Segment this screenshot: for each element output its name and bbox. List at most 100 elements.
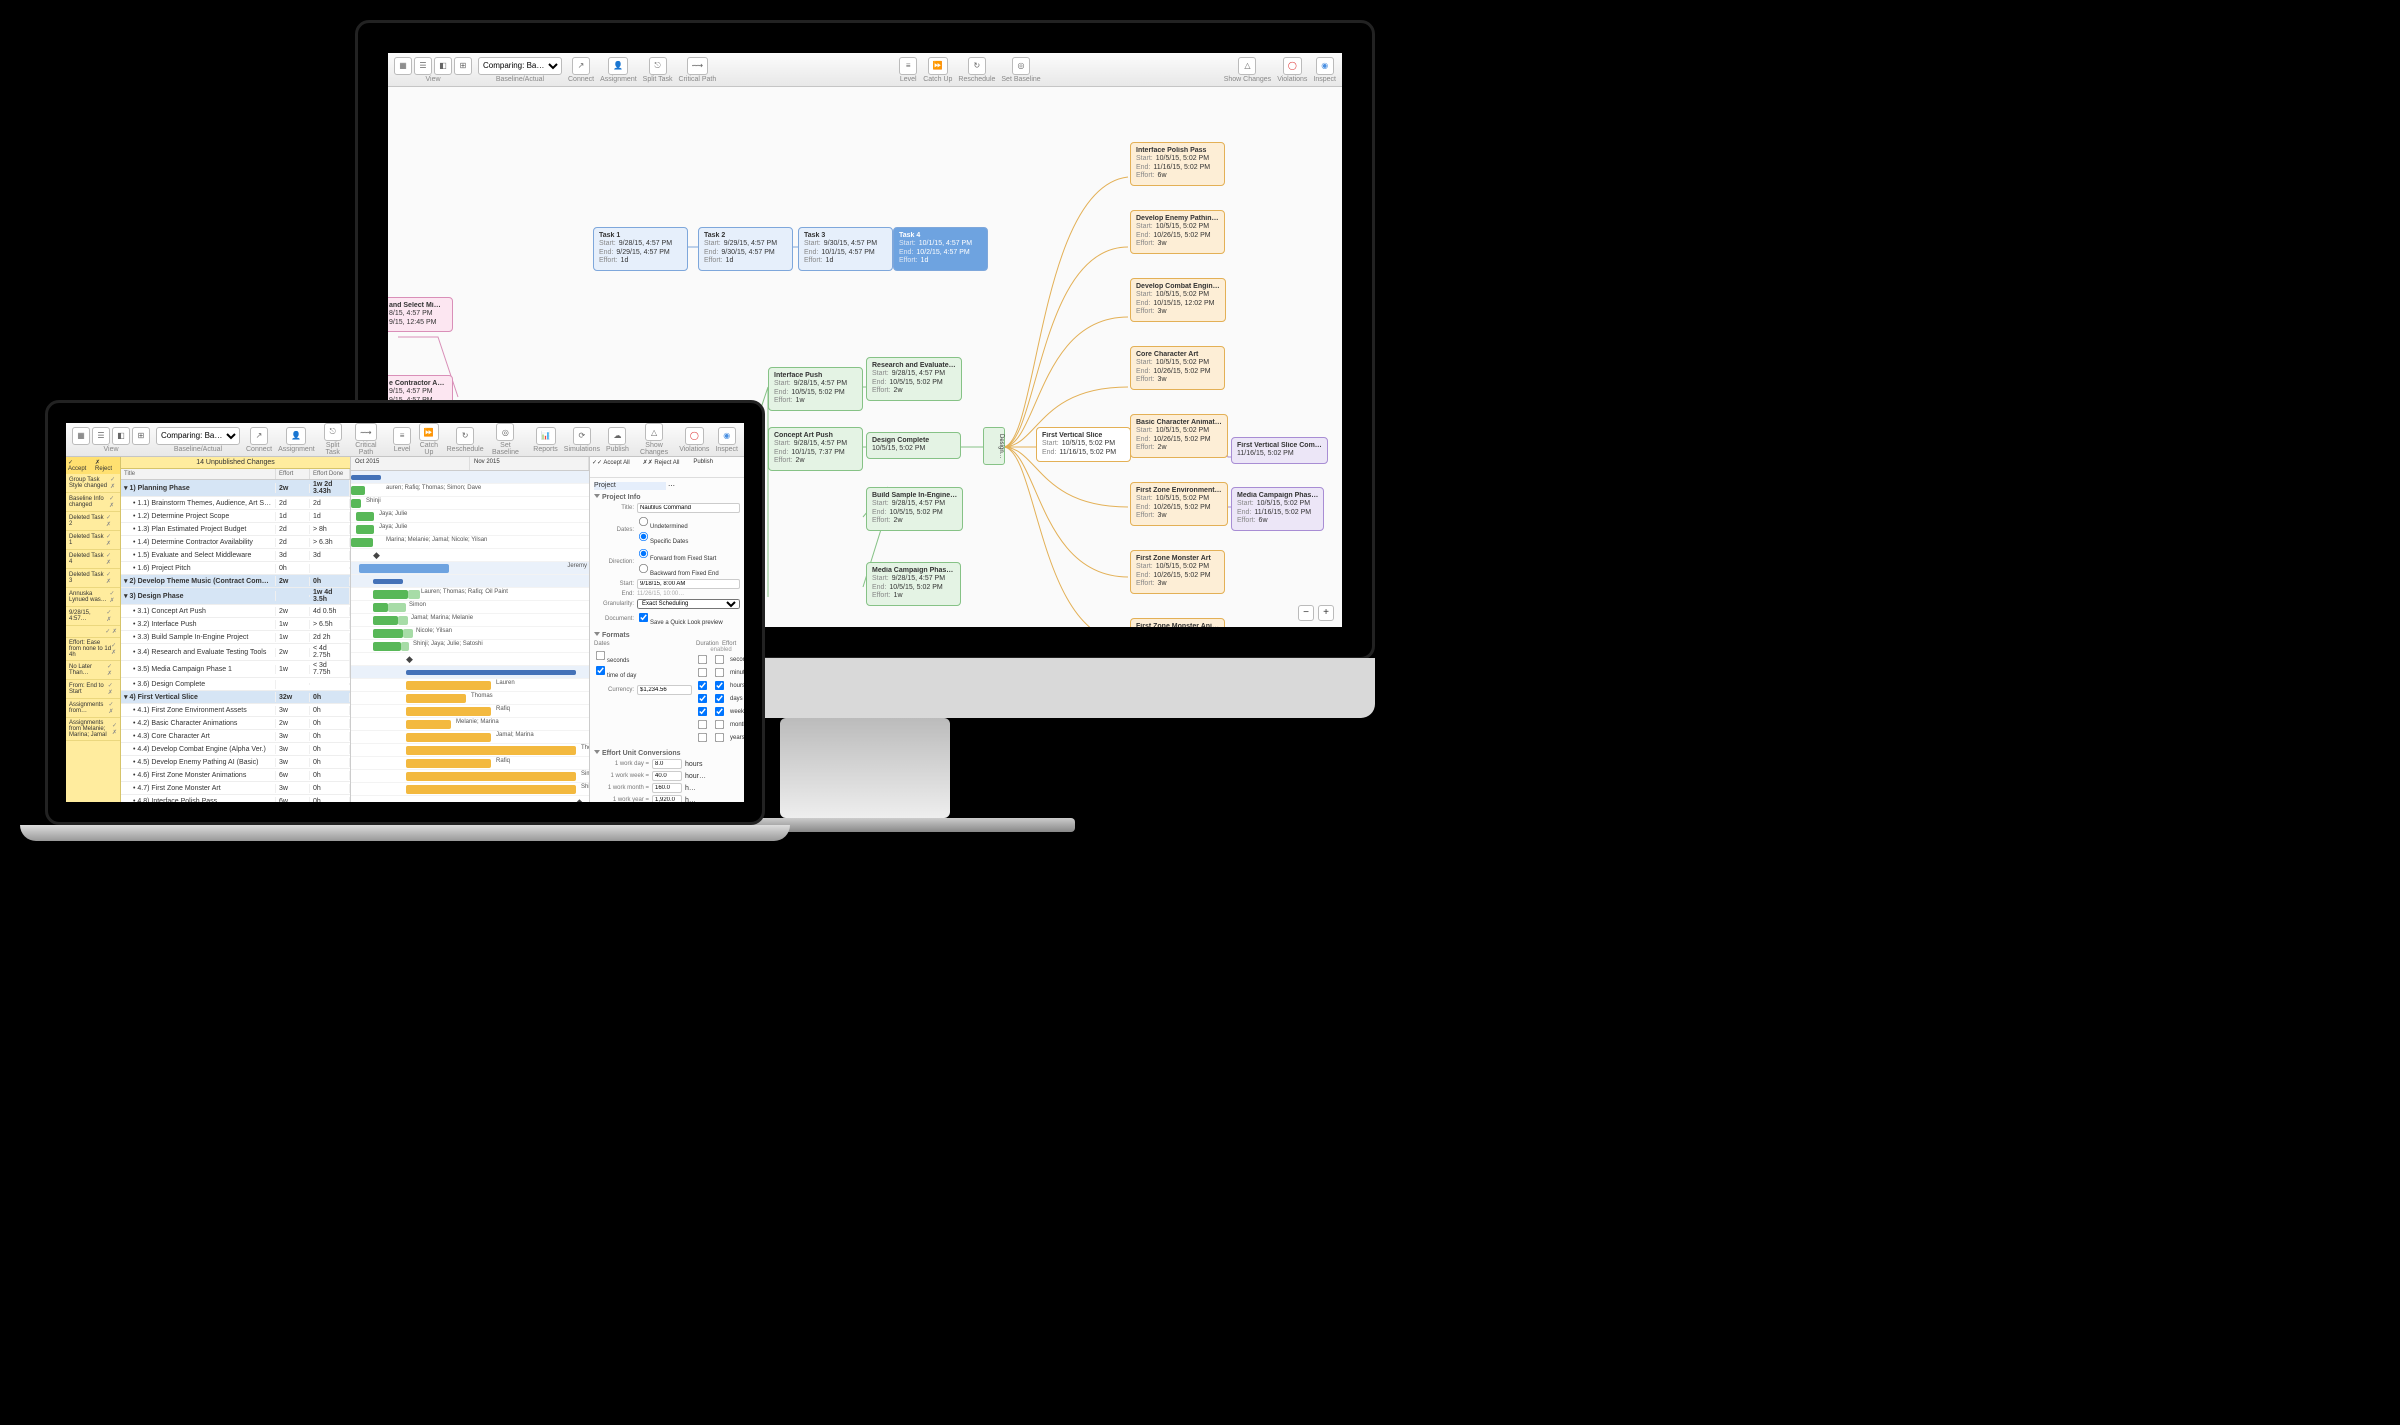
assignment-btn[interactable]: 👤 bbox=[286, 427, 306, 445]
network-node[interactable]: and Select Mi… 8/15, 4:57 PM 9/15, 12:45… bbox=[388, 297, 453, 332]
duration-months-checkbox[interactable] bbox=[698, 720, 707, 729]
date-timeofday-checkbox[interactable]: time of day bbox=[594, 673, 636, 679]
level-btn[interactable]: ≡ bbox=[393, 427, 411, 445]
effort-hours-checkbox[interactable] bbox=[715, 681, 724, 690]
disclosure-icon[interactable] bbox=[594, 632, 600, 639]
effort-days-checkbox[interactable] bbox=[715, 694, 724, 703]
workday-input[interactable] bbox=[652, 759, 682, 769]
duration-minutes-checkbox[interactable] bbox=[698, 668, 707, 677]
outline-row[interactable]: • 4.4) Develop Combat Engine (Alpha Ver.… bbox=[121, 743, 350, 756]
gantt-row[interactable]: Shinji bbox=[351, 497, 589, 510]
reschedule-btn[interactable]: ↻ bbox=[456, 427, 474, 445]
network-node[interactable]: Build Sample In-Engine… Start:9/28/15, 4… bbox=[866, 487, 963, 531]
gantt-row[interactable]: Jamal; Marina bbox=[351, 731, 589, 744]
zoom-out-btn[interactable]: − bbox=[1298, 605, 1314, 621]
change-item[interactable]: Effort: Ease from none to 1d 4h✓ ✗ bbox=[66, 638, 120, 661]
effort-months-checkbox[interactable] bbox=[715, 720, 724, 729]
network-node[interactable]: Design Complete 10/5/15, 5:02 PM bbox=[866, 432, 961, 459]
outline-row[interactable]: • 4.6) First Zone Monster Animations6w0h bbox=[121, 769, 350, 782]
gantt-row[interactable]: Marina; Melanie; Jamal; Nicole; Yilsan bbox=[351, 536, 589, 549]
gantt-row[interactable]: ◆ bbox=[351, 796, 589, 802]
change-item[interactable]: Assignments from…✓ ✗ bbox=[66, 699, 120, 718]
quicklook-checkbox[interactable]: Save a Quick Look preview bbox=[637, 620, 723, 626]
direction-backward-radio[interactable]: Backward from Fixed End bbox=[637, 571, 719, 577]
change-item[interactable]: Baseline Info changed✓ ✗ bbox=[66, 493, 120, 512]
gantt-row[interactable]: ◆ bbox=[351, 653, 589, 666]
network-node[interactable]: Develop Enemy Pathin… Start:10/5/15, 5:0… bbox=[1130, 210, 1225, 254]
violations-btn[interactable]: ◯ bbox=[1283, 57, 1302, 75]
network-node[interactable]: Develop Combat Engin… Start:10/5/15, 5:0… bbox=[1130, 278, 1226, 322]
network-node[interactable]: Research and Evaluate… Start:9/28/15, 4:… bbox=[866, 357, 962, 401]
inspect-btn[interactable]: ◉ bbox=[1316, 57, 1334, 75]
split-task-btn[interactable]: ⎋ bbox=[649, 57, 667, 75]
duration-hours-checkbox[interactable] bbox=[698, 681, 707, 690]
outline-row[interactable]: ▾ 4) First Vertical Slice32w0h bbox=[121, 691, 350, 704]
reschedule-btn[interactable]: ↻ bbox=[968, 57, 986, 75]
outline-row[interactable]: • 3.4) Research and Evaluate Testing Too… bbox=[121, 644, 350, 661]
gantt-row[interactable]: Lauren; Thomas; Rafiq; Oil Paint bbox=[351, 588, 589, 601]
workyear-input[interactable] bbox=[652, 795, 682, 802]
disclosure-icon[interactable] bbox=[594, 494, 600, 501]
inspect-btn[interactable]: ◉ bbox=[718, 427, 736, 445]
gantt-row[interactable] bbox=[351, 575, 589, 588]
outline-row[interactable]: • 4.7) First Zone Monster Art3w0h bbox=[121, 782, 350, 795]
outline-row[interactable]: • 4.1) First Zone Environment Assets3w0h bbox=[121, 704, 350, 717]
project-title-input[interactable] bbox=[637, 503, 740, 513]
level-btn[interactable]: ≡ bbox=[899, 57, 917, 75]
network-node[interactable]: Media Campaign Phas… Start:10/5/15, 5:02… bbox=[1231, 487, 1324, 531]
change-item[interactable]: Deleted Task 3✓ ✗ bbox=[66, 569, 120, 588]
view-mode-btn[interactable]: ☰ bbox=[414, 57, 432, 75]
baseline-select[interactable]: Comparing: Ba… bbox=[478, 57, 562, 75]
zoom-in-btn[interactable]: + bbox=[1318, 605, 1334, 621]
reports-btn[interactable]: 📊 bbox=[536, 427, 556, 445]
change-item[interactable]: Assignments from Melanie; Marina; Jamal✓… bbox=[66, 718, 120, 741]
network-node[interactable]: Core Character Art Start:10/5/15, 5:02 P… bbox=[1130, 346, 1225, 390]
outline-row[interactable]: • 1.4) Determine Contractor Availability… bbox=[121, 536, 350, 549]
gantt-row[interactable]: Shinji; Jaya; Julie; Satoshi bbox=[351, 640, 589, 653]
reject-all-btn[interactable]: ✗✗ Reject All bbox=[643, 459, 692, 475]
gantt-row[interactable]: Melanie; Marina bbox=[351, 718, 589, 731]
network-node[interactable]: Basic Character Animat… Start:10/5/15, 5… bbox=[1130, 414, 1228, 458]
network-node[interactable]: Task 2 Start:9/29/15, 4:57 PM End:9/30/1… bbox=[698, 227, 793, 271]
simulations-btn[interactable]: ⟳ bbox=[573, 427, 591, 445]
gantt-row[interactable]: auren; Rafiq; Thomas; Simon; Dave bbox=[351, 484, 589, 497]
publish-btn[interactable]: ☁ bbox=[608, 427, 626, 445]
outline-row[interactable]: • 4.5) Develop Enemy Pathing AI (Basic)3… bbox=[121, 756, 350, 769]
view-mode-btn[interactable]: ▦ bbox=[72, 427, 90, 445]
workmonth-input[interactable] bbox=[652, 783, 682, 793]
accept-btn[interactable]: ✓ Accept bbox=[68, 459, 92, 472]
change-item[interactable]: No Later Than…✓ ✗ bbox=[66, 661, 120, 680]
workweek-input[interactable] bbox=[652, 771, 682, 781]
set-baseline-btn[interactable]: ◎ bbox=[1012, 57, 1030, 75]
gantt-row[interactable] bbox=[351, 666, 589, 679]
effort-weeks-checkbox[interactable] bbox=[715, 707, 724, 716]
network-node[interactable]: Concept Art Push Start:9/28/15, 4:57 PM … bbox=[768, 427, 863, 471]
network-node-selected[interactable]: Task 4 Start:10/1/15, 4:57 PM End:10/2/1… bbox=[893, 227, 988, 271]
outline-row[interactable]: ▾ 1) Planning Phase2w1w 2d 3.43h bbox=[121, 480, 350, 497]
network-node[interactable]: Task 3 Start:9/30/15, 4:57 PM End:10/1/1… bbox=[798, 227, 893, 271]
direction-forward-radio[interactable]: Forward from Fixed Start bbox=[637, 556, 716, 562]
duration-days-checkbox[interactable] bbox=[698, 694, 707, 703]
outline-row[interactable]: • 4.8) Interface Polish Pass6w0h bbox=[121, 795, 350, 802]
currency-input[interactable] bbox=[637, 685, 692, 695]
inspector-tab[interactable]: ⋯ bbox=[668, 482, 740, 490]
disclosure-icon[interactable] bbox=[594, 750, 600, 757]
gantt-row[interactable]: Rafiq bbox=[351, 757, 589, 770]
show-changes-btn[interactable]: △ bbox=[1238, 57, 1256, 75]
change-item[interactable]: Deleted Task 1✓ ✗ bbox=[66, 531, 120, 550]
dates-specific-radio[interactable]: Specific Dates bbox=[637, 539, 688, 545]
network-node[interactable]: Task 1 Start:9/28/15, 4:57 PM End:9/29/1… bbox=[593, 227, 688, 271]
outline-row[interactable]: • 4.2) Basic Character Animations2w0h bbox=[121, 717, 350, 730]
granularity-select[interactable]: Exact Scheduling bbox=[637, 599, 740, 609]
gantt-row[interactable]: Lauren bbox=[351, 679, 589, 692]
connect-btn[interactable]: ↗ bbox=[572, 57, 590, 75]
gantt-row[interactable]: Simon bbox=[351, 770, 589, 783]
publish-btn[interactable]: Publish bbox=[693, 459, 742, 475]
outline-row[interactable]: • 4.3) Core Character Art3w0h bbox=[121, 730, 350, 743]
duration-seconds-checkbox[interactable] bbox=[698, 655, 707, 664]
date-seconds-checkbox[interactable]: seconds bbox=[594, 658, 629, 664]
connect-btn[interactable]: ↗ bbox=[250, 427, 268, 445]
network-node[interactable]: First Zone Monster Art Start:10/5/15, 5:… bbox=[1130, 550, 1225, 594]
outline-row[interactable]: ▾ 3) Design Phase1w 4d 3.5h bbox=[121, 588, 350, 605]
network-node[interactable]: Media Campaign Phas… Start:9/28/15, 4:57… bbox=[866, 562, 961, 606]
